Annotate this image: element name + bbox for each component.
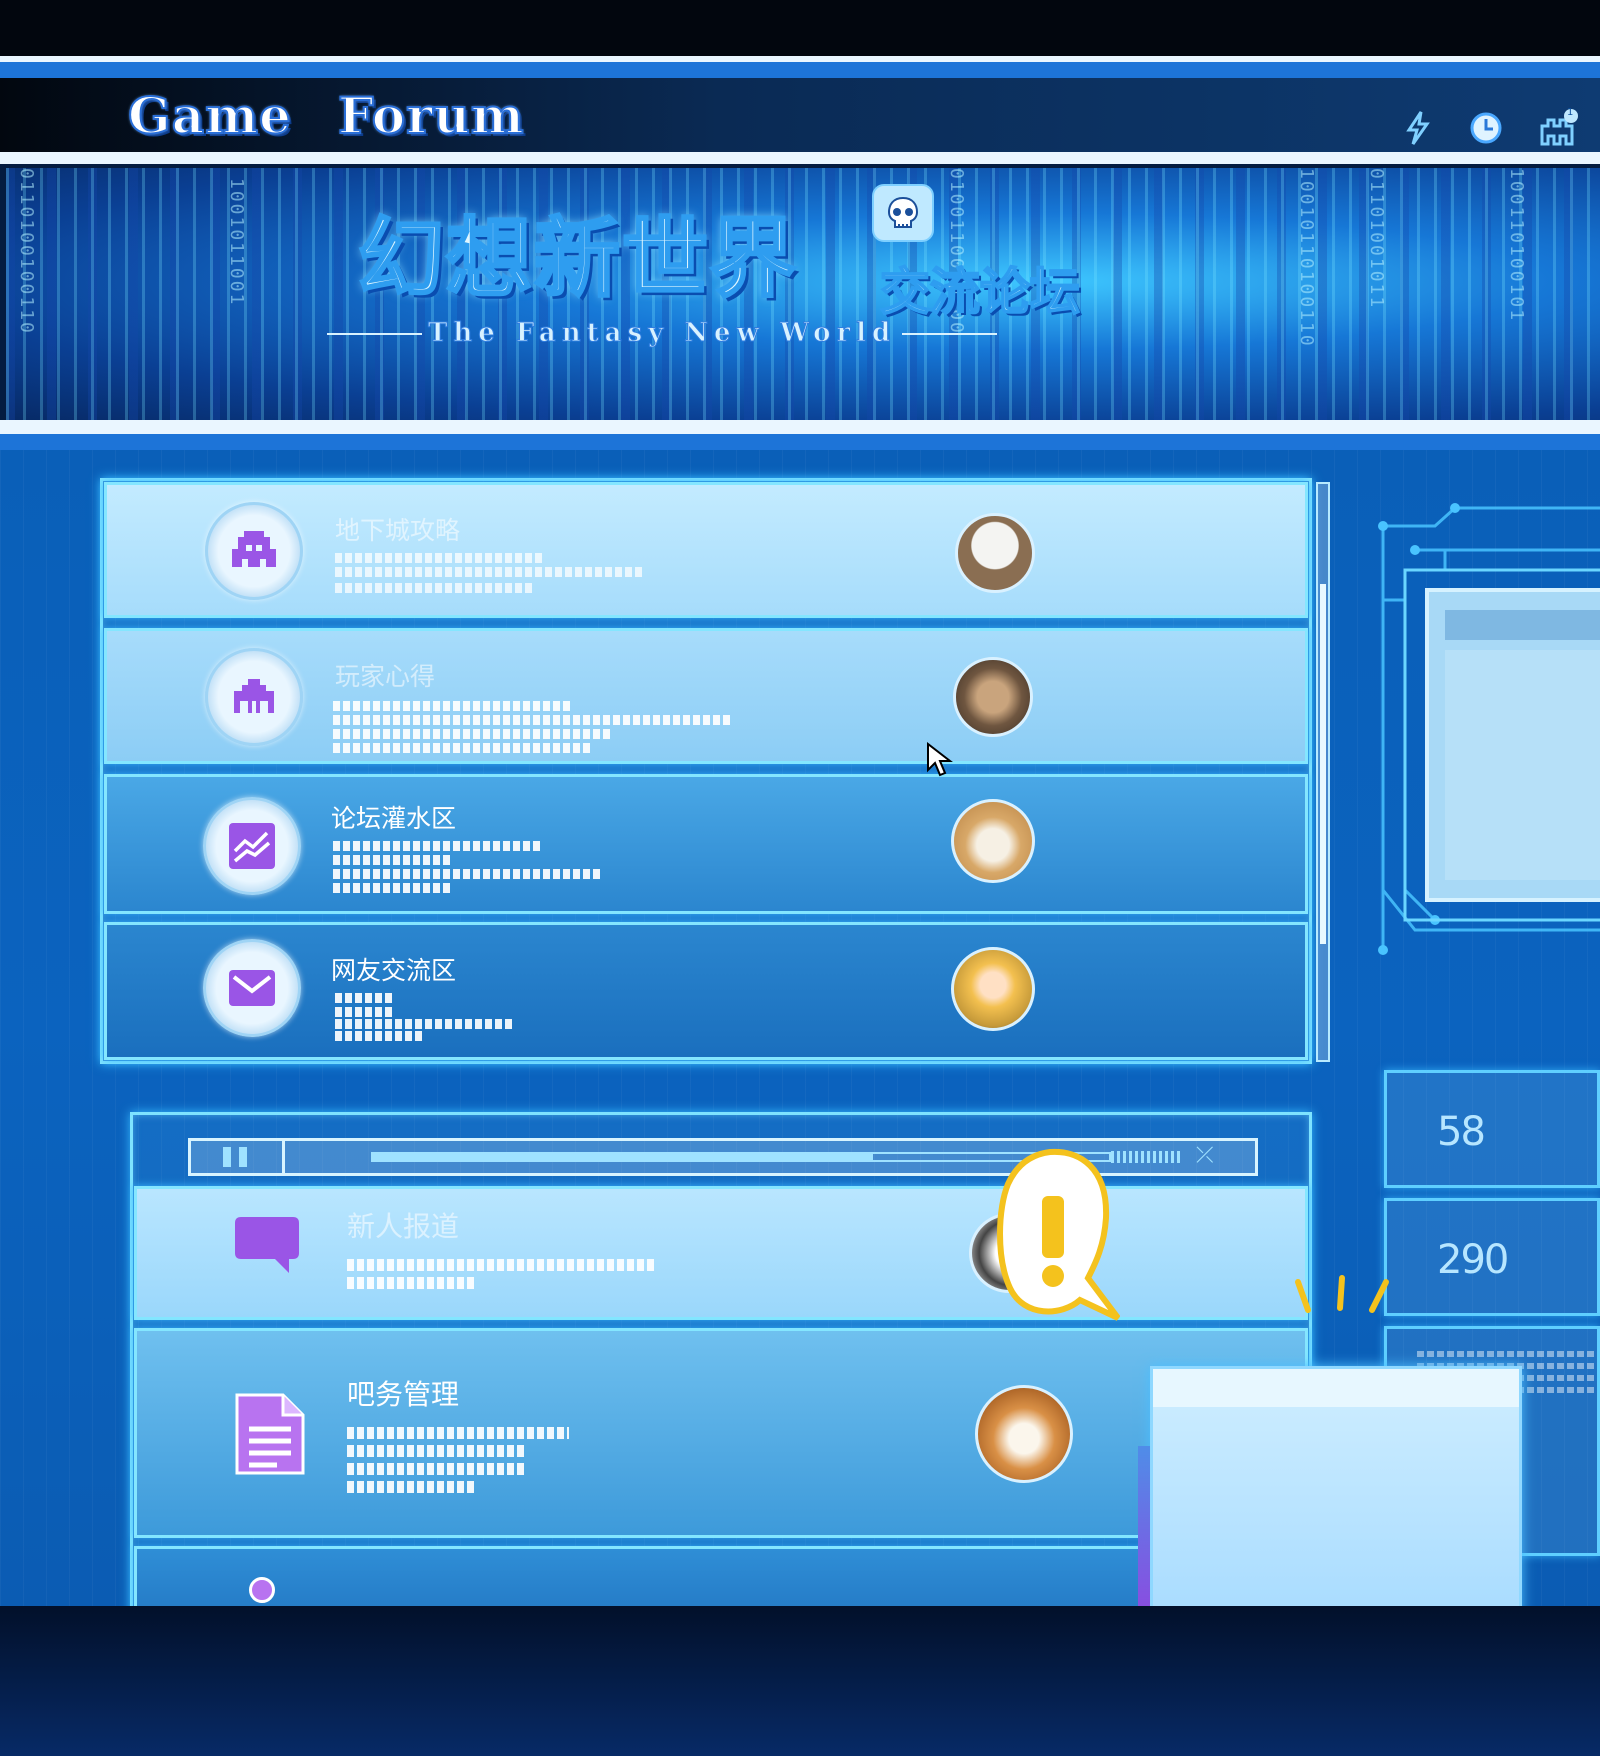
stat-box: 58	[1384, 1070, 1600, 1188]
banner-white-line	[0, 420, 1600, 434]
text-placeholder	[335, 567, 645, 577]
text-placeholder	[333, 855, 453, 865]
pause-bar	[223, 1147, 231, 1167]
text-placeholder	[347, 1259, 657, 1271]
banner-blue-line	[0, 434, 1600, 450]
banner-subtitle: 交流论坛	[879, 262, 1081, 322]
popup-edge-accent	[1138, 1446, 1150, 1616]
text-placeholder	[333, 869, 603, 879]
forum-icon-circle	[203, 939, 301, 1037]
text-placeholder	[347, 1445, 527, 1457]
anime-girl-avatar[interactable]	[951, 947, 1035, 1031]
scrollbar-thumb[interactable]	[1320, 584, 1326, 944]
code-rain: 01101001011	[1366, 168, 1387, 310]
stat-value: 58	[1437, 1109, 1486, 1155]
notification-count: 1	[1567, 107, 1574, 118]
text-placeholder	[333, 883, 453, 893]
code-rain: 1001011001	[226, 178, 247, 307]
text-placeholder	[347, 1277, 477, 1289]
dot-icon	[249, 1577, 275, 1603]
text-placeholder	[333, 743, 593, 753]
invader-notification-icon[interactable]: 1	[1538, 107, 1578, 148]
dog-avatar[interactable]	[975, 1385, 1073, 1483]
forum-row[interactable]: 地下城攻略	[104, 482, 1308, 618]
lightning-icon[interactable]	[1398, 108, 1438, 148]
document-icon	[235, 1393, 305, 1475]
header-white-line	[0, 152, 1600, 164]
alert-speech-bubble	[997, 1148, 1120, 1321]
invader-icon	[232, 531, 276, 567]
text-placeholder	[347, 1427, 569, 1439]
text-placeholder	[335, 553, 545, 563]
seek-progress	[373, 1154, 873, 1160]
text-placeholder	[335, 1019, 515, 1029]
banner-english-title: The Fantasy New World	[321, 318, 1003, 349]
logo-game[interactable]: Game	[127, 85, 292, 146]
hero-banner: 0110100100110 1001011001 0100110010100 1…	[6, 168, 1600, 420]
cup-avatar[interactable]	[955, 513, 1035, 593]
text-placeholder	[335, 1007, 395, 1017]
skull-icon	[872, 184, 934, 242]
forum-list-scrollbar[interactable]	[1316, 482, 1330, 1062]
text-placeholder	[1417, 1351, 1597, 1357]
forum-row-title: 地下城攻略	[335, 516, 461, 545]
forum-row[interactable]: 新人报道	[134, 1186, 1308, 1320]
stat-value: 290	[1437, 1237, 1509, 1283]
text-placeholder	[333, 841, 543, 851]
forum-screen: Game Forum 1 0110100100110 1001011001 01…	[0, 0, 1600, 1756]
logo-forum[interactable]: Forum	[337, 85, 525, 146]
code-rain: 100110100101	[1506, 168, 1527, 323]
forum-icon-circle	[205, 648, 303, 746]
sparkle-decoration	[1295, 1275, 1389, 1313]
forum-row-title: 论坛灌水区	[331, 804, 457, 833]
bottom-dark-band	[0, 1606, 1600, 1756]
forum-row[interactable]: 网友交流区	[104, 922, 1308, 1060]
top-blue-line	[0, 62, 1600, 78]
stat-box: 290	[1384, 1198, 1600, 1316]
text-placeholder	[335, 1031, 425, 1041]
text-placeholder	[347, 1481, 477, 1493]
code-rain: 10010110100110	[1296, 168, 1317, 348]
popup-window[interactable]	[1150, 1366, 1522, 1616]
pause-button[interactable]	[191, 1141, 285, 1173]
volume-meter[interactable]	[1111, 1151, 1181, 1163]
chart-icon	[229, 823, 275, 869]
header-bar: Game Forum 1	[0, 78, 1600, 152]
forum-row-title: 吧务管理	[347, 1378, 460, 1411]
forum-row[interactable]: 吧务管理	[134, 1328, 1308, 1538]
text-placeholder	[335, 583, 535, 593]
banner-title: 幻想新世界	[357, 208, 798, 311]
clock-icon[interactable]	[1466, 108, 1506, 148]
popup-title-bar[interactable]	[1153, 1369, 1519, 1407]
forum-icon-circle	[203, 797, 301, 895]
cat-avatar[interactable]	[953, 657, 1033, 737]
pause-bar	[239, 1147, 247, 1167]
shiba-avatar[interactable]	[951, 799, 1035, 883]
top-black-band	[0, 0, 1600, 56]
forum-row-title: 玩家心得	[335, 662, 436, 691]
text-placeholder	[333, 715, 733, 725]
forum-icon-circle	[205, 502, 303, 600]
fullscreen-icon[interactable]: ⤫	[1196, 1143, 1214, 1168]
forum-row-title: 新人报道	[347, 1210, 460, 1243]
code-rain: 0110100100110	[16, 168, 37, 335]
forum-row-title: 网友交流区	[331, 956, 457, 985]
chat-bubble-icon	[235, 1217, 299, 1273]
text-placeholder	[335, 993, 395, 1003]
text-placeholder	[333, 701, 573, 711]
crab-invader-icon	[234, 679, 274, 713]
text-placeholder	[333, 729, 613, 739]
mouse-cursor-icon	[927, 742, 953, 777]
forum-row[interactable]: 玩家心得	[104, 628, 1308, 764]
forum-row[interactable]: 论坛灌水区	[104, 774, 1308, 914]
mail-icon	[229, 970, 275, 1006]
text-placeholder	[347, 1463, 527, 1475]
circuit-decoration	[1378, 503, 1600, 955]
